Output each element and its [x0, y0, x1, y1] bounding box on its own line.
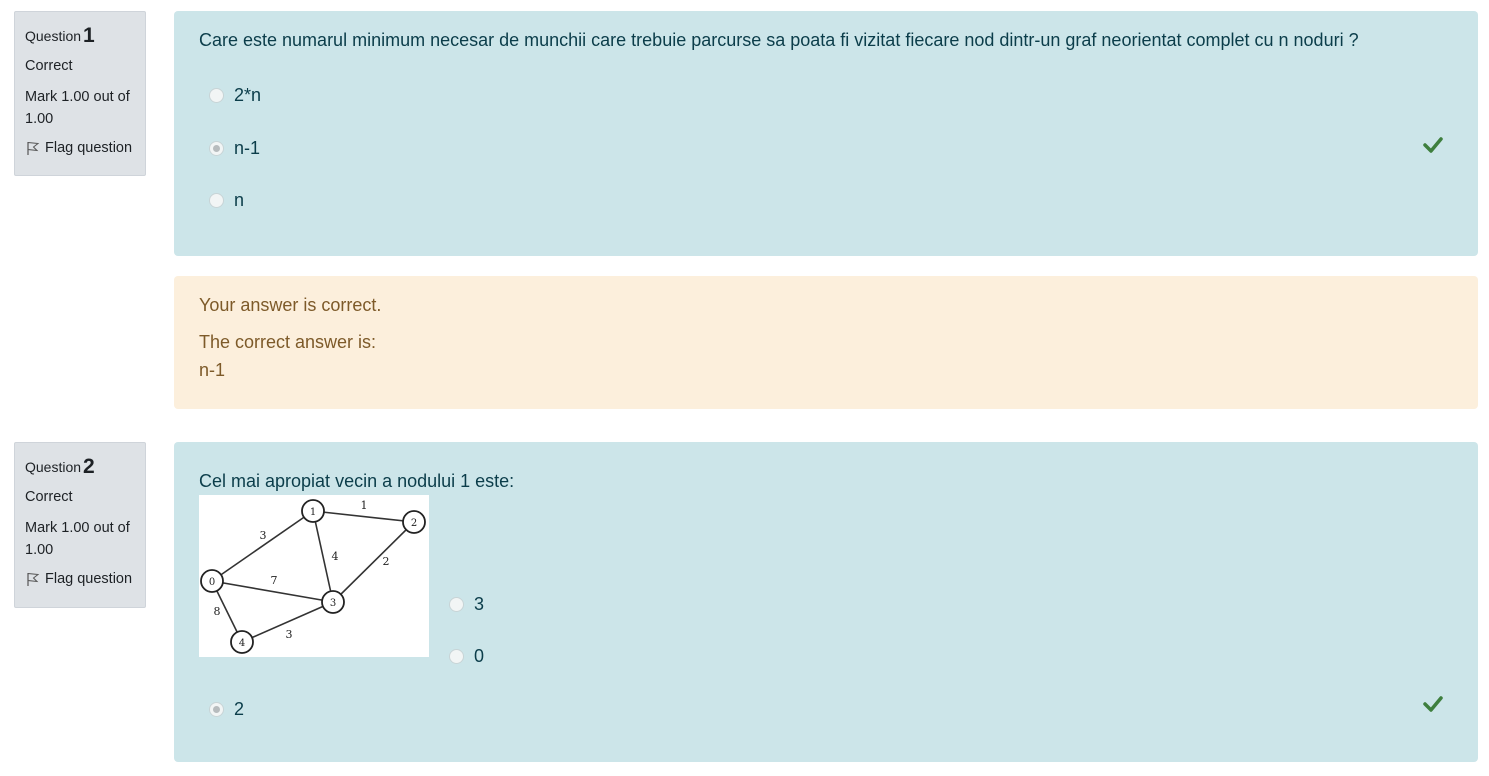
answer-option[interactable]: 2 — [209, 699, 244, 720]
edge-weight: 3 — [260, 529, 267, 542]
edge-weight: 2 — [383, 555, 390, 568]
node-label: 0 — [209, 577, 215, 588]
answer-radio-selected[interactable] — [209, 141, 224, 156]
question-number: Question1 — [25, 24, 95, 47]
correct-answer-label: The correct answer is: — [199, 332, 377, 352]
answer-option[interactable]: 2*n — [209, 85, 261, 106]
answer-radio[interactable] — [209, 88, 224, 103]
check-icon — [1423, 696, 1443, 712]
question-grade: Mark 1.00 out of 1.00 — [25, 520, 130, 558]
node-label: 4 — [239, 638, 245, 649]
graph-image: 3 1 4 2 7 8 3 0 1 2 3 4 — [199, 495, 429, 657]
answer-label: 2*n — [234, 85, 262, 105]
answer-radio-selected[interactable] — [209, 702, 224, 717]
check-icon — [1423, 137, 1443, 153]
flag-question-link[interactable]: Flag question — [25, 140, 135, 156]
question-text: Cel mai apropiat vecin a nodului 1 este: — [199, 471, 515, 491]
graph-edge — [312, 510, 334, 603]
answer-label: 0 — [474, 646, 485, 666]
answer-radio[interactable] — [449, 649, 464, 664]
answer-label: 3 — [474, 594, 485, 614]
answer-label: n — [234, 190, 245, 210]
node-label: 2 — [411, 518, 417, 529]
graph-edge — [211, 510, 314, 582]
answer-label: 2 — [234, 699, 245, 719]
edge-weight: 8 — [214, 605, 221, 618]
answer-radio[interactable] — [209, 193, 224, 208]
answer-option[interactable]: 3 — [449, 594, 484, 615]
question-info: Question1 Correct Mark 1.00 out of 1.00 … — [14, 11, 146, 176]
flag-question-link[interactable]: Flag question — [25, 571, 135, 587]
answer-label: n-1 — [234, 138, 261, 158]
question-formulation: Care este numarul minimum necesar de mun… — [174, 11, 1478, 256]
question-info: Question2 Correct Mark 1.00 out of 1.00 … — [14, 442, 146, 608]
edge-weight: 7 — [271, 574, 278, 587]
answer-option[interactable]: n — [209, 190, 244, 211]
question-state: Correct — [25, 58, 73, 74]
question-formulation: Cel mai apropiat vecin a nodului 1 este:… — [174, 442, 1478, 762]
flag-question-label: Flag question — [45, 140, 133, 156]
graph-edge — [332, 521, 415, 603]
edge-weight: 4 — [332, 550, 339, 563]
question-number: Question2 — [25, 455, 95, 478]
question-grade: Mark 1.00 out of 1.00 — [25, 89, 130, 127]
feedback-result: Your answer is correct. — [199, 295, 382, 315]
graph-edge — [312, 510, 415, 523]
answer-option[interactable]: 0 — [449, 646, 484, 667]
node-label: 3 — [330, 598, 336, 609]
answer-radio[interactable] — [449, 597, 464, 612]
flag-icon — [27, 572, 40, 586]
question-state: Correct — [25, 489, 73, 505]
edge-weight: 1 — [361, 499, 368, 512]
question-feedback: Your answer is correct. The correct answ… — [174, 276, 1478, 409]
answer-option[interactable]: n-1 — [209, 138, 260, 159]
edge-weight: 3 — [286, 628, 293, 641]
flag-question-label: Flag question — [45, 571, 133, 587]
correct-answer: n-1 — [199, 360, 226, 380]
flag-icon — [27, 141, 40, 155]
node-label: 1 — [310, 507, 316, 518]
question-text: Care este numarul minimum necesar de mun… — [199, 30, 1359, 50]
